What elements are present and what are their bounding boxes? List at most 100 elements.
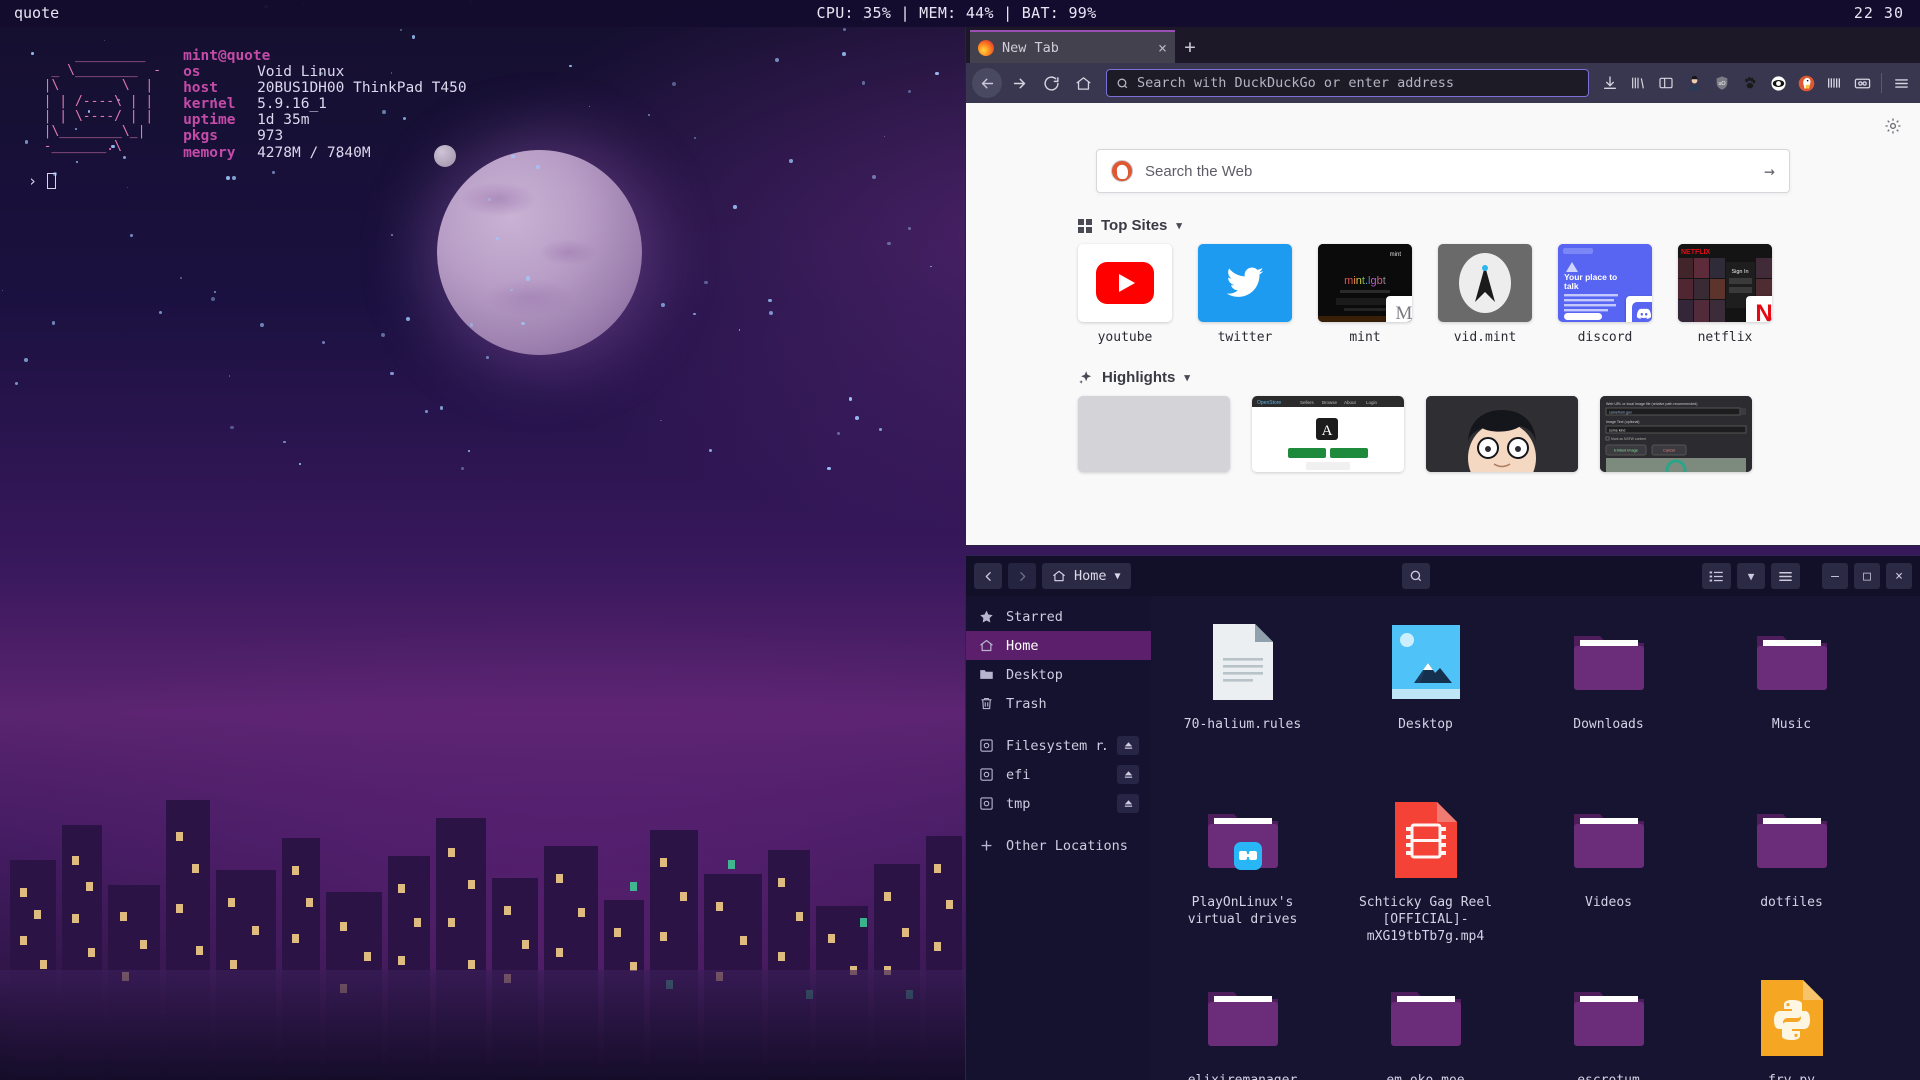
chevron-down-icon[interactable]: ▾: [1184, 371, 1190, 384]
search-input[interactable]: Search the Web: [1145, 163, 1752, 180]
gnome-extension-icon[interactable]: [1737, 70, 1763, 96]
svg-text:talk: talk: [1564, 281, 1579, 291]
top-sites-heading[interactable]: Top Sites ▾: [1078, 217, 1920, 234]
star: [469, 323, 474, 327]
duckduckgo-privacy-icon[interactable]: [1793, 70, 1819, 96]
duckduckgo-logo-icon: [1111, 160, 1133, 182]
highlight-card[interactable]: [1426, 396, 1578, 472]
downloads-icon[interactable]: [1597, 70, 1623, 96]
mint-thumbnail: mint mint.lgbt M: [1318, 244, 1412, 322]
highlight-card[interactable]: OpenStore Sellers Browse About Login A: [1252, 396, 1404, 472]
svg-text:uO: uO: [1718, 81, 1725, 87]
sidebar-icon[interactable]: [1653, 70, 1679, 96]
path-bar-home[interactable]: Home ▼: [1042, 563, 1131, 589]
sidebar-item-filesystem-r[interactable]: Filesystem r…: [966, 731, 1151, 760]
file-manager-body: Starred Home Desktop Trash Filesystem r… efi t…: [966, 596, 1920, 1080]
view-toggle-button[interactable]: [1702, 563, 1732, 589]
sidebar-item-trash[interactable]: Trash: [966, 689, 1151, 718]
file-item[interactable]: dotfiles: [1700, 788, 1883, 966]
arrow-right-icon[interactable]: →: [1764, 161, 1775, 182]
back-button[interactable]: [972, 68, 1002, 98]
sidebar-item-tmp[interactable]: tmp: [966, 789, 1151, 818]
file-item[interactable]: escrotum: [1517, 966, 1700, 1080]
account-avatar-icon[interactable]: [1681, 70, 1707, 96]
workspace-label[interactable]: quote: [0, 0, 59, 27]
minimize-button[interactable]: –: [1822, 563, 1849, 589]
address-bar[interactable]: Search with DuckDuckGo or enter address: [1106, 69, 1589, 97]
highlight-card[interactable]: [1078, 396, 1230, 472]
eject-icon[interactable]: [1117, 765, 1139, 784]
star: [883, 135, 886, 138]
file-item[interactable]: fry.py: [1700, 966, 1883, 1080]
new-tab-button[interactable]: +: [1175, 30, 1205, 63]
highlights-heading[interactable]: Highlights ▾: [1078, 369, 1920, 386]
close-tab-icon[interactable]: ×: [1158, 39, 1167, 57]
star: [51, 321, 55, 325]
file-item[interactable]: em.oko.moe: [1334, 966, 1517, 1080]
file-item[interactable]: elixiremanager: [1151, 966, 1334, 1080]
close-button[interactable]: ×: [1886, 563, 1913, 589]
top-site-tile[interactable]: NETFLIX Sign In N netflix: [1678, 244, 1772, 345]
eject-icon[interactable]: [1117, 794, 1139, 813]
menu-hamburger-icon[interactable]: [1888, 70, 1914, 96]
sidebar-item-starred[interactable]: Starred: [966, 602, 1151, 631]
drive-icon: [978, 738, 995, 753]
back-button[interactable]: [974, 563, 1002, 589]
folder-link-icon: [1197, 794, 1289, 886]
file-item[interactable]: Desktop: [1334, 610, 1517, 788]
star: [521, 321, 525, 326]
home-icon: [1053, 570, 1065, 582]
twitter-thumbnail: [1198, 244, 1292, 322]
opensource-login-preview: OpenStore Sellers Browse About Login A: [1252, 396, 1404, 472]
neofetch-value: 20BUS1DH00 ThinkPad T450: [257, 80, 467, 97]
firefox-window[interactable]: New Tab × + Search with DuckDuckGo or en…: [966, 27, 1920, 545]
shell-prompt[interactable]: ›: [28, 172, 57, 190]
file-name: Music: [1771, 717, 1812, 732]
home-button[interactable]: [1068, 68, 1098, 98]
sidebar-separator: [966, 818, 1151, 831]
firefox-favicon-icon: [978, 39, 994, 56]
sort-dropdown-button[interactable]: ▼: [1737, 563, 1766, 589]
top-site-tile[interactable]: twitter: [1198, 244, 1292, 345]
top-site-tile[interactable]: mint mint.lgbt M mint: [1318, 244, 1412, 345]
eject-icon[interactable]: [1117, 736, 1139, 755]
ublock-origin-icon[interactable]: uO: [1709, 70, 1735, 96]
sidebar-item-efi[interactable]: efi: [966, 760, 1151, 789]
file-name: Schticky Gag Reel [OFFICIAL]-mXG19tbTb7g…: [1358, 895, 1493, 944]
maximize-button[interactable]: □: [1854, 563, 1881, 589]
highlight-card[interactable]: Web URL or local Image file (relative pa…: [1600, 396, 1752, 472]
star: [733, 205, 737, 209]
file-item[interactable]: PlayOnLinux's virtual drives: [1151, 788, 1334, 966]
file-item[interactable]: Downloads: [1517, 610, 1700, 788]
vidmint-thumbnail: [1438, 244, 1532, 322]
file-manager-window[interactable]: Home ▼ ▼ – □ × Starred Home Desktop Trash Fi…: [966, 556, 1920, 1080]
app-menu-button[interactable]: [1771, 563, 1801, 589]
sidebar-item-label: Trash: [1006, 695, 1047, 712]
file-item[interactable]: Music: [1700, 610, 1883, 788]
top-site-label: mint: [1349, 330, 1381, 345]
top-site-tile[interactable]: Your place to talk discord: [1558, 244, 1652, 345]
screenshot-icon[interactable]: [1849, 70, 1875, 96]
forward-button[interactable]: [1008, 563, 1036, 589]
chevron-down-icon[interactable]: ▾: [1176, 219, 1182, 232]
sidebar-item-desktop[interactable]: Desktop: [966, 660, 1151, 689]
file-item[interactable]: Schticky Gag Reel [OFFICIAL]-mXG19tbTb7g…: [1334, 788, 1517, 966]
chevron-down-icon[interactable]: ▼: [1115, 571, 1121, 582]
barcode-icon[interactable]: [1821, 70, 1847, 96]
library-icon[interactable]: [1625, 70, 1651, 96]
reload-button[interactable]: [1036, 68, 1066, 98]
file-item[interactable]: Videos: [1517, 788, 1700, 966]
gear-icon[interactable]: [1884, 117, 1902, 135]
search-button[interactable]: [1402, 563, 1431, 589]
file-item[interactable]: 70-halium.rules: [1151, 610, 1334, 788]
sidebar-item-other-locations[interactable]: Other Locations: [966, 831, 1151, 860]
sidebar-item-home[interactable]: Home: [966, 631, 1151, 660]
forward-button[interactable]: [1004, 68, 1034, 98]
browser-tab[interactable]: New Tab ×: [970, 30, 1175, 63]
discord-thumbnail: Your place to talk: [1558, 244, 1652, 322]
eye-privacy-icon[interactable]: [1765, 70, 1791, 96]
top-site-tile[interactable]: youtube: [1078, 244, 1172, 345]
web-search-box[interactable]: Search the Web →: [1096, 149, 1790, 193]
top-site-tile[interactable]: vid.mint: [1438, 244, 1532, 345]
svg-text:NETFLIX: NETFLIX: [1681, 249, 1710, 256]
